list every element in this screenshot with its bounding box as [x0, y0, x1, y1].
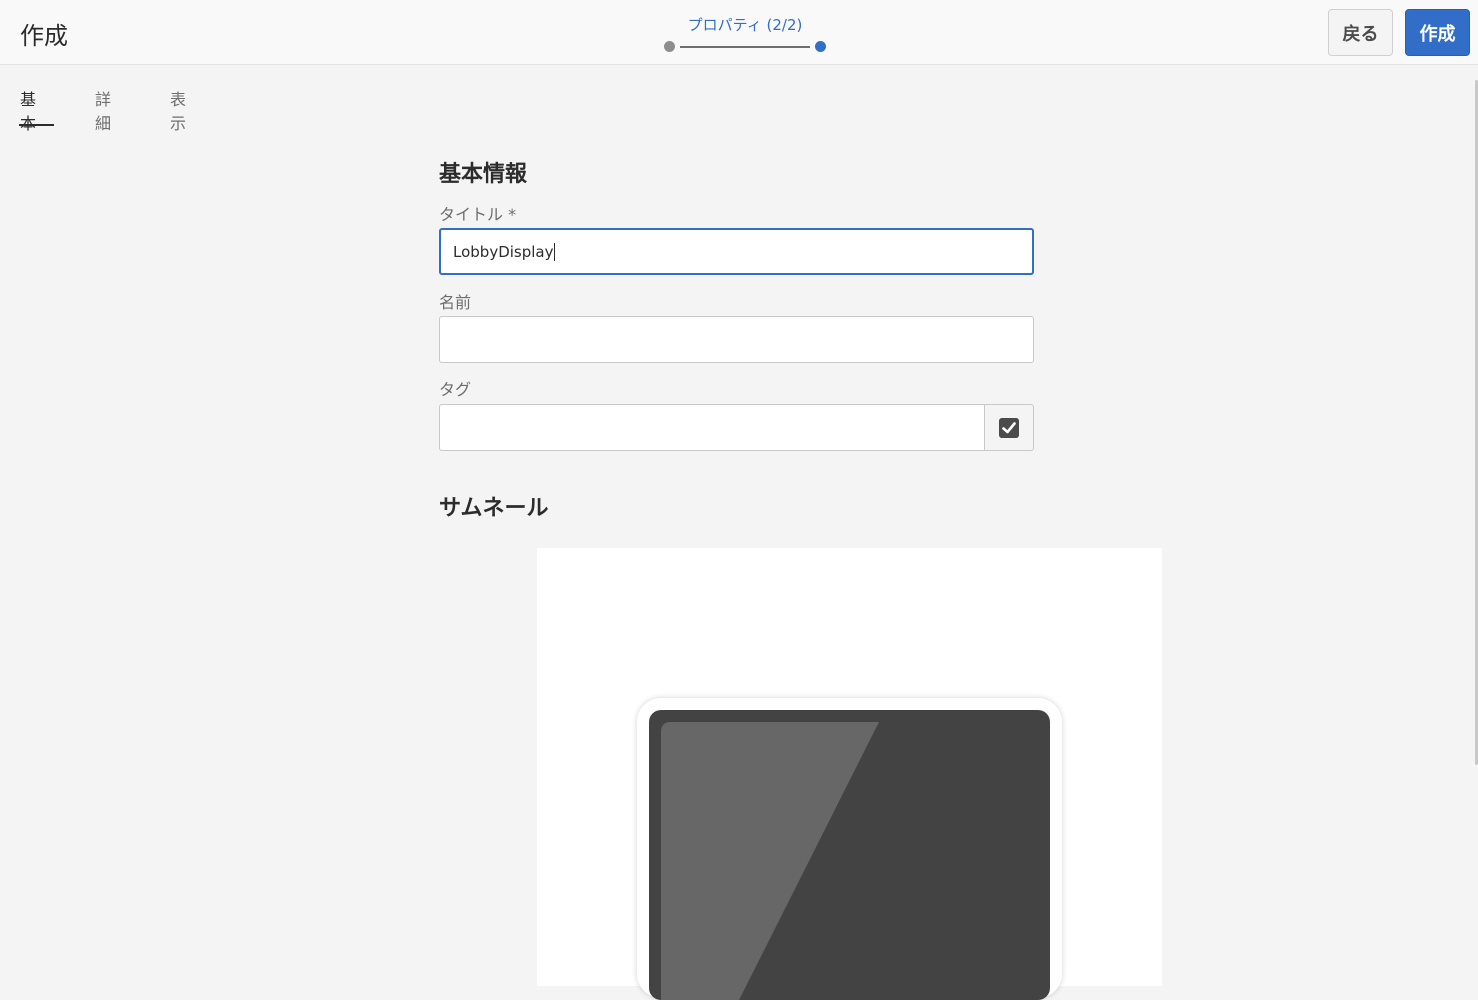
- wizard-progress-line: [680, 46, 810, 48]
- device-screen: [649, 710, 1050, 1000]
- tag-field-label: タグ: [439, 380, 472, 399]
- text-caret: [554, 242, 556, 261]
- tag-picker-button[interactable]: [984, 404, 1034, 451]
- wizard-step-label: プロパティ (2/2): [687, 16, 803, 34]
- thumbnail-preview: [537, 548, 1162, 1000]
- active-tab-indicator: [19, 124, 54, 126]
- tab-advanced[interactable]: 詳細: [95, 86, 111, 134]
- wizard-step-2-dot[interactable]: [815, 41, 826, 52]
- wizard-stepper: プロパティ (2/2): [660, 12, 830, 56]
- wizard-step-1-dot[interactable]: [664, 41, 675, 52]
- section-title-basic: 基本情報: [439, 162, 528, 187]
- device-frame: [637, 698, 1062, 1000]
- title-input-value: LobbyDisplay: [453, 242, 554, 261]
- tab-basic[interactable]: 基本: [20, 86, 36, 134]
- page-title: 作成: [20, 22, 68, 50]
- name-field-label: 名前: [439, 293, 472, 312]
- title-field-label: タイトル *: [439, 205, 517, 224]
- tag-input[interactable]: [439, 404, 985, 451]
- app-header: 作成 プロパティ (2/2) 戻る 作成: [0, 0, 1478, 65]
- create-button[interactable]: 作成: [1405, 9, 1470, 56]
- tab-display[interactable]: 表示: [170, 86, 186, 134]
- title-input[interactable]: LobbyDisplay: [439, 228, 1034, 275]
- name-input[interactable]: [439, 316, 1034, 363]
- section-title-thumbnail: サムネール: [439, 496, 549, 521]
- screen-glare: [661, 722, 879, 1000]
- checkbox-checked-icon: [999, 417, 1019, 438]
- back-button[interactable]: 戻る: [1328, 9, 1393, 56]
